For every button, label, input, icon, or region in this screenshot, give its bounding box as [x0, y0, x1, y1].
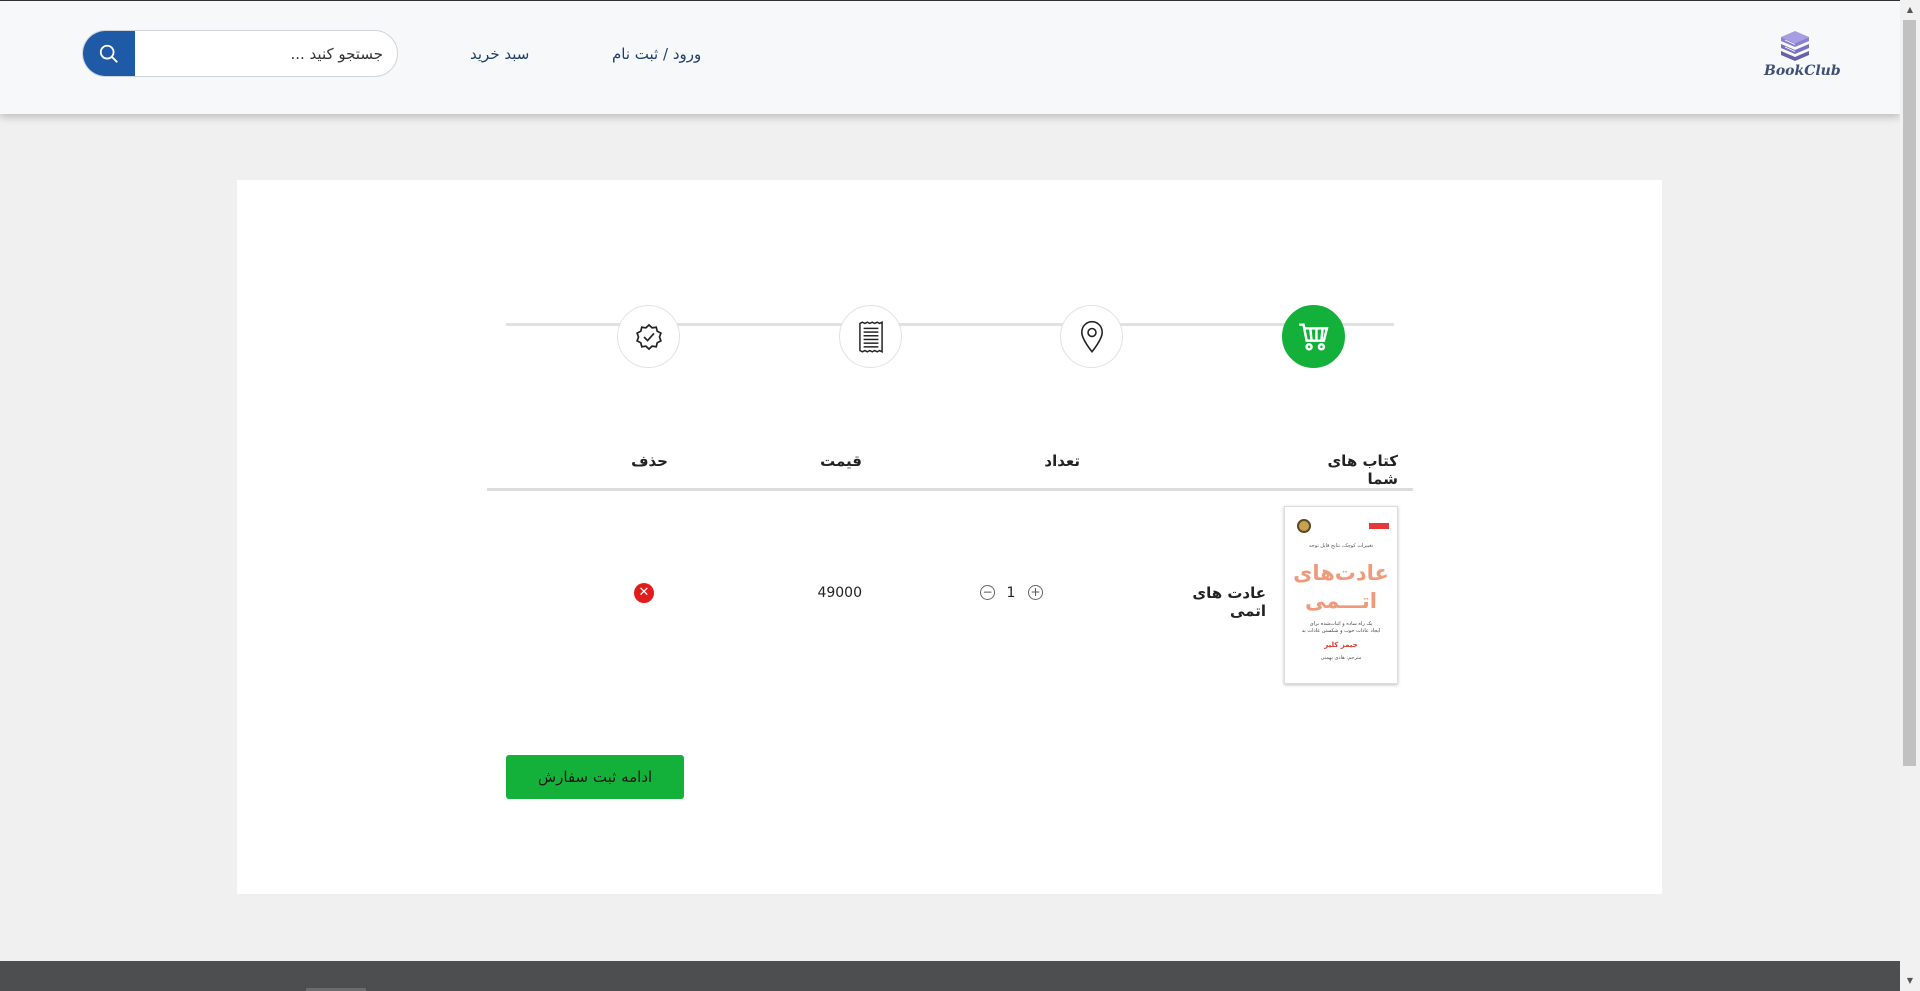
cover-tagline: تغییرات کوچک، نتایج قابل توجه [1308, 543, 1374, 549]
search-button[interactable] [83, 31, 135, 76]
table-divider [487, 488, 1413, 491]
step-invoice [839, 305, 902, 368]
site-header: سبد خرید ورود / ثبت نام BookClub [0, 1, 1900, 114]
header-books: کتاب های شما [1327, 452, 1398, 488]
continue-order-button[interactable]: ادامه ثبت سفارش [506, 755, 684, 799]
page-scrollbar[interactable]: ▲ ▼ [1900, 0, 1920, 991]
site-footer [0, 961, 1900, 991]
site-logo[interactable]: BookClub [1764, 31, 1841, 85]
cover-subtitle: یک راه ساده و اثبات‌شده برای ایجاد عادات… [1301, 621, 1381, 634]
header-price: قیمت [820, 452, 862, 470]
cart-card [237, 180, 1662, 894]
scroll-up-icon[interactable]: ▲ [1900, 2, 1920, 18]
quantity-value: 1 [1006, 585, 1016, 601]
step-address [1060, 305, 1123, 368]
book-cover[interactable]: تغییرات کوچک، نتایج قابل توجه عادت‌های ا… [1284, 506, 1398, 684]
books-stack-icon [1781, 31, 1809, 61]
header-quantity: تعداد [1044, 452, 1080, 470]
price-value: 49000 [817, 585, 862, 601]
cover-tag [1369, 523, 1389, 529]
nav-cart-link[interactable]: سبد خرید [470, 45, 529, 63]
quantity-decrease-button[interactable]: − [980, 585, 995, 600]
close-icon: ✕ [638, 585, 650, 600]
search-input[interactable] [135, 31, 397, 76]
search-icon [99, 44, 118, 63]
invoice-icon [858, 320, 883, 353]
step-confirm [617, 305, 680, 368]
scroll-thumb[interactable] [1903, 20, 1916, 766]
cover-translator: مترجم: هادی بهمنی [1320, 655, 1362, 661]
delete-item-button[interactable]: ✕ [634, 583, 654, 603]
logo-text: BookClub [1764, 63, 1841, 79]
cart-icon [1298, 322, 1328, 351]
step-cart [1282, 305, 1345, 368]
search-bar [82, 30, 398, 77]
cover-title: عادت‌های اتـــمی [1293, 561, 1389, 613]
header-delete: حذف [631, 452, 668, 470]
nav-login-link[interactable]: ورود / ثبت نام [612, 45, 701, 63]
cover-author: جیمز کلیر [1324, 641, 1358, 649]
quantity-increase-button[interactable]: + [1028, 585, 1043, 600]
location-pin-icon [1080, 320, 1103, 353]
publisher-badge-icon [1297, 519, 1311, 533]
verified-badge-icon [635, 323, 662, 350]
book-title[interactable]: عادت های اتمی [1160, 584, 1266, 620]
scroll-down-icon[interactable]: ▼ [1900, 973, 1920, 989]
